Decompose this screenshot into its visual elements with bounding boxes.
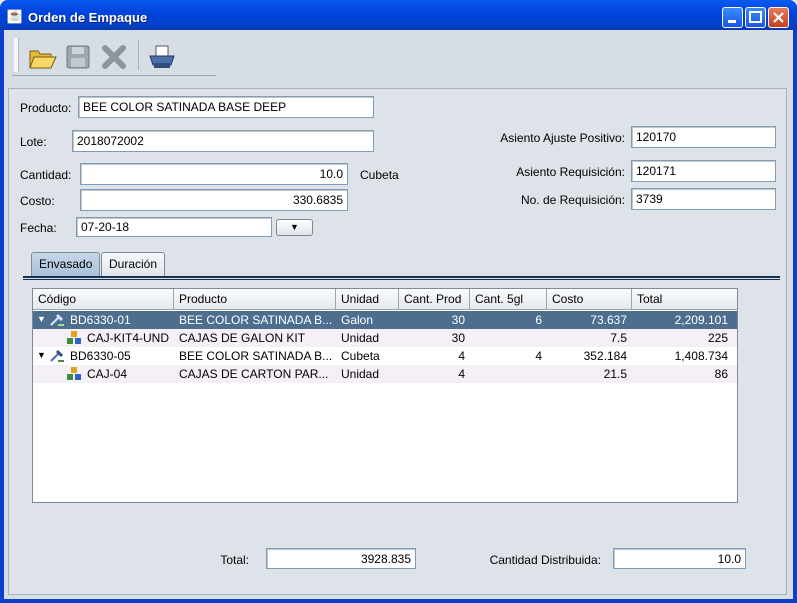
- table-row[interactable]: CAJ-KIT4-UND CAJAS DE GALON KIT Unidad 3…: [33, 329, 737, 347]
- cell-cant-prod: 30: [451, 331, 465, 345]
- cantidad-label: Cantidad:: [20, 168, 72, 182]
- cell-producto: CAJAS DE CARTON PAR...: [179, 367, 329, 381]
- window-title: Orden de Empaque: [28, 10, 148, 25]
- table-header: Código Producto Unidad Cant. Prod Cant. …: [33, 289, 737, 310]
- asiento-requisicion-label: Asiento Requisición:: [516, 165, 625, 179]
- cell-cant-5gl: 6: [535, 313, 542, 327]
- producto-label: Producto:: [20, 101, 72, 115]
- column-header-unidad[interactable]: Unidad: [336, 289, 399, 310]
- delete-x-icon: [102, 44, 126, 69]
- cell-cant-5gl: [470, 365, 547, 383]
- fecha-field[interactable]: 07-20-18: [76, 217, 272, 237]
- tree-expanded-icon[interactable]: ▼: [37, 350, 46, 360]
- cell-producto: CAJAS DE GALON KIT: [179, 331, 306, 345]
- tab-duracion[interactable]: Duración: [101, 252, 166, 276]
- open-folder-icon: [29, 50, 57, 69]
- cell-cant-prod: 4: [458, 349, 465, 363]
- cantidad-distribuida-label: Cantidad Distribuida:: [489, 553, 601, 567]
- tree-expanded-icon[interactable]: ▼: [37, 314, 46, 324]
- toolbar-grip[interactable]: [14, 38, 19, 72]
- maximize-button[interactable]: [745, 7, 766, 28]
- cell-costo: 21.5: [603, 367, 627, 381]
- minimize-icon: [728, 20, 736, 23]
- cell-cant-5gl: 4: [535, 349, 542, 363]
- cell-total: 1,408.734: [674, 349, 728, 363]
- total-label: Total:: [220, 553, 249, 567]
- toolbar: [12, 36, 216, 76]
- close-icon: [773, 12, 784, 23]
- java-cup-icon: ☕: [7, 9, 22, 24]
- cell-unidad: Galon: [341, 313, 374, 327]
- title-bar[interactable]: ☕ Orden de Empaque: [0, 0, 797, 30]
- cell-codigo: BD6330-05: [70, 349, 131, 363]
- fecha-dropdown-button[interactable]: ▼: [276, 219, 313, 236]
- cell-unidad: Cubeta: [341, 349, 380, 363]
- boxes-icon: [67, 367, 81, 380]
- asiento-requisicion-field[interactable]: 120171: [631, 160, 776, 182]
- column-header-cant-5gl[interactable]: Cant. 5gl: [470, 289, 547, 310]
- costo-field[interactable]: 330.6835: [80, 189, 348, 211]
- column-header-codigo[interactable]: Código: [33, 289, 174, 310]
- print-button[interactable]: [144, 38, 180, 74]
- cantidad-unit: Cubeta: [360, 168, 399, 182]
- mixed-product-icon: [50, 313, 64, 326]
- maximize-icon: [749, 11, 762, 23]
- table-row[interactable]: ▼ BD6330-05 BEE COLOR SATINADA B... Cube…: [33, 347, 737, 365]
- cantidad-distribuida-field[interactable]: 10.0: [613, 548, 746, 569]
- cell-unidad: Unidad: [341, 331, 380, 345]
- open-button[interactable]: [24, 38, 60, 74]
- tab-envasado[interactable]: Envasado: [31, 252, 101, 276]
- form-panel: Producto: BEE COLOR SATINADA BASE DEEP L…: [8, 88, 787, 595]
- cell-costo: 7.5: [610, 331, 627, 345]
- total-field[interactable]: 3928.835: [266, 548, 416, 569]
- cell-unidad: Unidad: [341, 367, 380, 381]
- fecha-label: Fecha:: [20, 221, 57, 235]
- minimize-button[interactable]: [722, 7, 743, 28]
- cell-cant-prod: 4: [458, 367, 465, 381]
- column-header-costo[interactable]: Costo: [547, 289, 632, 310]
- table-row[interactable]: CAJ-04 CAJAS DE CARTON PAR... Unidad 4 2…: [33, 365, 737, 383]
- boxes-icon: [67, 331, 81, 344]
- main-window: ☕ Orden de Empaque Producto: BEE COLOR S…: [0, 0, 797, 603]
- toolbar-separator: [138, 40, 139, 70]
- no-requisicion-field[interactable]: 3739: [631, 188, 776, 210]
- asiento-ajuste-label: Asiento Ajuste Positivo:: [500, 131, 625, 145]
- cell-codigo: BD6330-01: [70, 313, 131, 327]
- cell-cant-prod: 30: [451, 313, 465, 327]
- cantidad-field[interactable]: 10.0: [80, 163, 348, 185]
- tab-strip-border: [23, 276, 780, 280]
- chevron-down-icon: ▼: [290, 222, 299, 232]
- no-requisicion-label: No. de Requisición:: [520, 193, 625, 207]
- printer-icon: [149, 45, 175, 68]
- close-button[interactable]: [768, 7, 789, 28]
- cell-costo: 352.184: [583, 349, 627, 363]
- cell-producto: BEE COLOR SATINADA B...: [179, 349, 333, 363]
- cell-total: 2,209.101: [674, 313, 728, 327]
- delete-button[interactable]: [96, 38, 132, 74]
- cell-cant-5gl: [470, 329, 547, 347]
- cell-producto: BEE COLOR SATINADA B...: [179, 313, 333, 327]
- asiento-ajuste-field[interactable]: 120170: [631, 126, 776, 148]
- envasado-table[interactable]: Código Producto Unidad Cant. Prod Cant. …: [32, 288, 738, 503]
- lote-label: Lote:: [20, 135, 47, 149]
- table-row[interactable]: ▼ BD6330-01 BEE COLOR SATINADA B... Galo…: [33, 311, 737, 329]
- lote-field[interactable]: 2018072002: [72, 130, 374, 152]
- save-button[interactable]: [60, 38, 96, 74]
- cell-codigo: CAJ-KIT4-UND: [87, 331, 170, 345]
- column-header-cant-prod[interactable]: Cant. Prod: [399, 289, 470, 310]
- window-client: Producto: BEE COLOR SATINADA BASE DEEP L…: [4, 30, 793, 599]
- mixed-product-icon: [50, 349, 64, 362]
- save-disk-icon: [66, 45, 90, 69]
- costo-label: Costo:: [20, 194, 55, 208]
- column-header-total[interactable]: Total: [632, 289, 737, 310]
- cell-codigo: CAJ-04: [87, 367, 128, 381]
- producto-field[interactable]: BEE COLOR SATINADA BASE DEEP: [78, 96, 374, 118]
- column-header-producto[interactable]: Producto: [174, 289, 336, 310]
- cell-costo: 73.637: [590, 313, 627, 327]
- cell-total: 225: [707, 331, 728, 345]
- cell-total: 86: [714, 367, 728, 381]
